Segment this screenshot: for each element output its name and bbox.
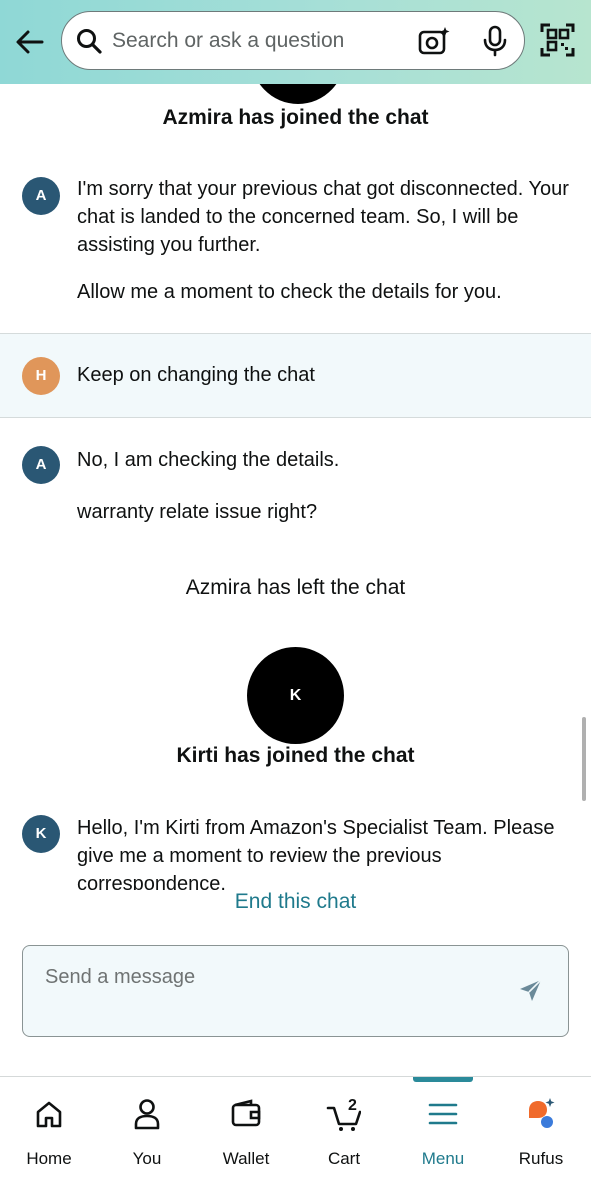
agent-joined-notice: Kirti has joined the chat: [176, 744, 415, 767]
nav-you-label: You: [132, 1149, 162, 1168]
user-message: Keep on changing the chat: [77, 364, 315, 386]
nav-cart-label: Cart: [327, 1149, 361, 1168]
home-icon: [36, 1101, 62, 1128]
wallet-icon: [231, 1099, 261, 1127]
agent-message: I'm sorry that your previous chat got di…: [77, 178, 569, 256]
agent-message: Allow me a moment to check the details f…: [77, 281, 502, 303]
cart-icon: 2: [326, 1097, 361, 1131]
search-input[interactable]: [112, 26, 412, 56]
send-icon[interactable]: [518, 978, 544, 1004]
nav-wallet[interactable]: Wallet: [197, 1091, 295, 1171]
back-arrow-icon[interactable]: [12, 24, 48, 60]
agent-avatar-large: K: [247, 647, 344, 744]
nav-home-label: Home: [26, 1149, 72, 1168]
nav-rufus-label: Rufus: [518, 1149, 564, 1168]
search-bar[interactable]: [61, 11, 525, 70]
hamburger-menu-icon: [428, 1103, 458, 1125]
agent-avatar: A: [22, 446, 60, 484]
user-message-row: H Keep on changing the chat: [0, 333, 591, 418]
agent-left-notice: Azmira has left the chat: [185, 576, 406, 599]
agent-message: Hello, I'm Kirti from Amazon's Specialis…: [77, 817, 555, 894]
cart-count: 2: [348, 1097, 357, 1114]
message-composer[interactable]: [22, 945, 569, 1037]
nav-you[interactable]: You: [98, 1091, 196, 1171]
agent-joined-notice: Azmira has joined the chat: [162, 106, 429, 129]
nav-wallet-label: Wallet: [222, 1149, 270, 1168]
agent-message: warranty relate issue right?: [77, 501, 318, 523]
nav-rufus[interactable]: Rufus: [492, 1091, 590, 1171]
chat-transcript: Azmira has joined the chat A I'm sorry t…: [0, 84, 591, 894]
qr-scan-icon[interactable]: [540, 22, 576, 58]
nav-menu-label: Menu: [421, 1149, 465, 1168]
end-chat-link[interactable]: End this chat: [0, 890, 591, 920]
active-tab-indicator: [413, 1077, 473, 1082]
nav-home[interactable]: Home: [0, 1091, 98, 1171]
agent-message: No, I am checking the details.: [77, 449, 340, 471]
rufus-assistant-icon: [529, 1098, 555, 1128]
microphone-icon[interactable]: [482, 25, 508, 57]
top-header: [0, 0, 591, 84]
message-input[interactable]: [45, 962, 485, 992]
agent-avatar: A: [22, 177, 60, 215]
search-icon: [77, 29, 102, 54]
agent-avatar: K: [22, 815, 60, 853]
nav-cart[interactable]: 2 Cart: [295, 1091, 393, 1171]
nav-menu[interactable]: Menu: [394, 1091, 492, 1171]
user-avatar: H: [22, 357, 60, 395]
bottom-navigation: Home You Wallet 2 Cart Menu Rufus: [0, 1076, 591, 1200]
chat-scrollbar[interactable]: [582, 717, 586, 801]
person-icon: [134, 1099, 160, 1130]
agent-avatar-large: [250, 84, 346, 104]
camera-lens-icon[interactable]: [418, 26, 450, 56]
